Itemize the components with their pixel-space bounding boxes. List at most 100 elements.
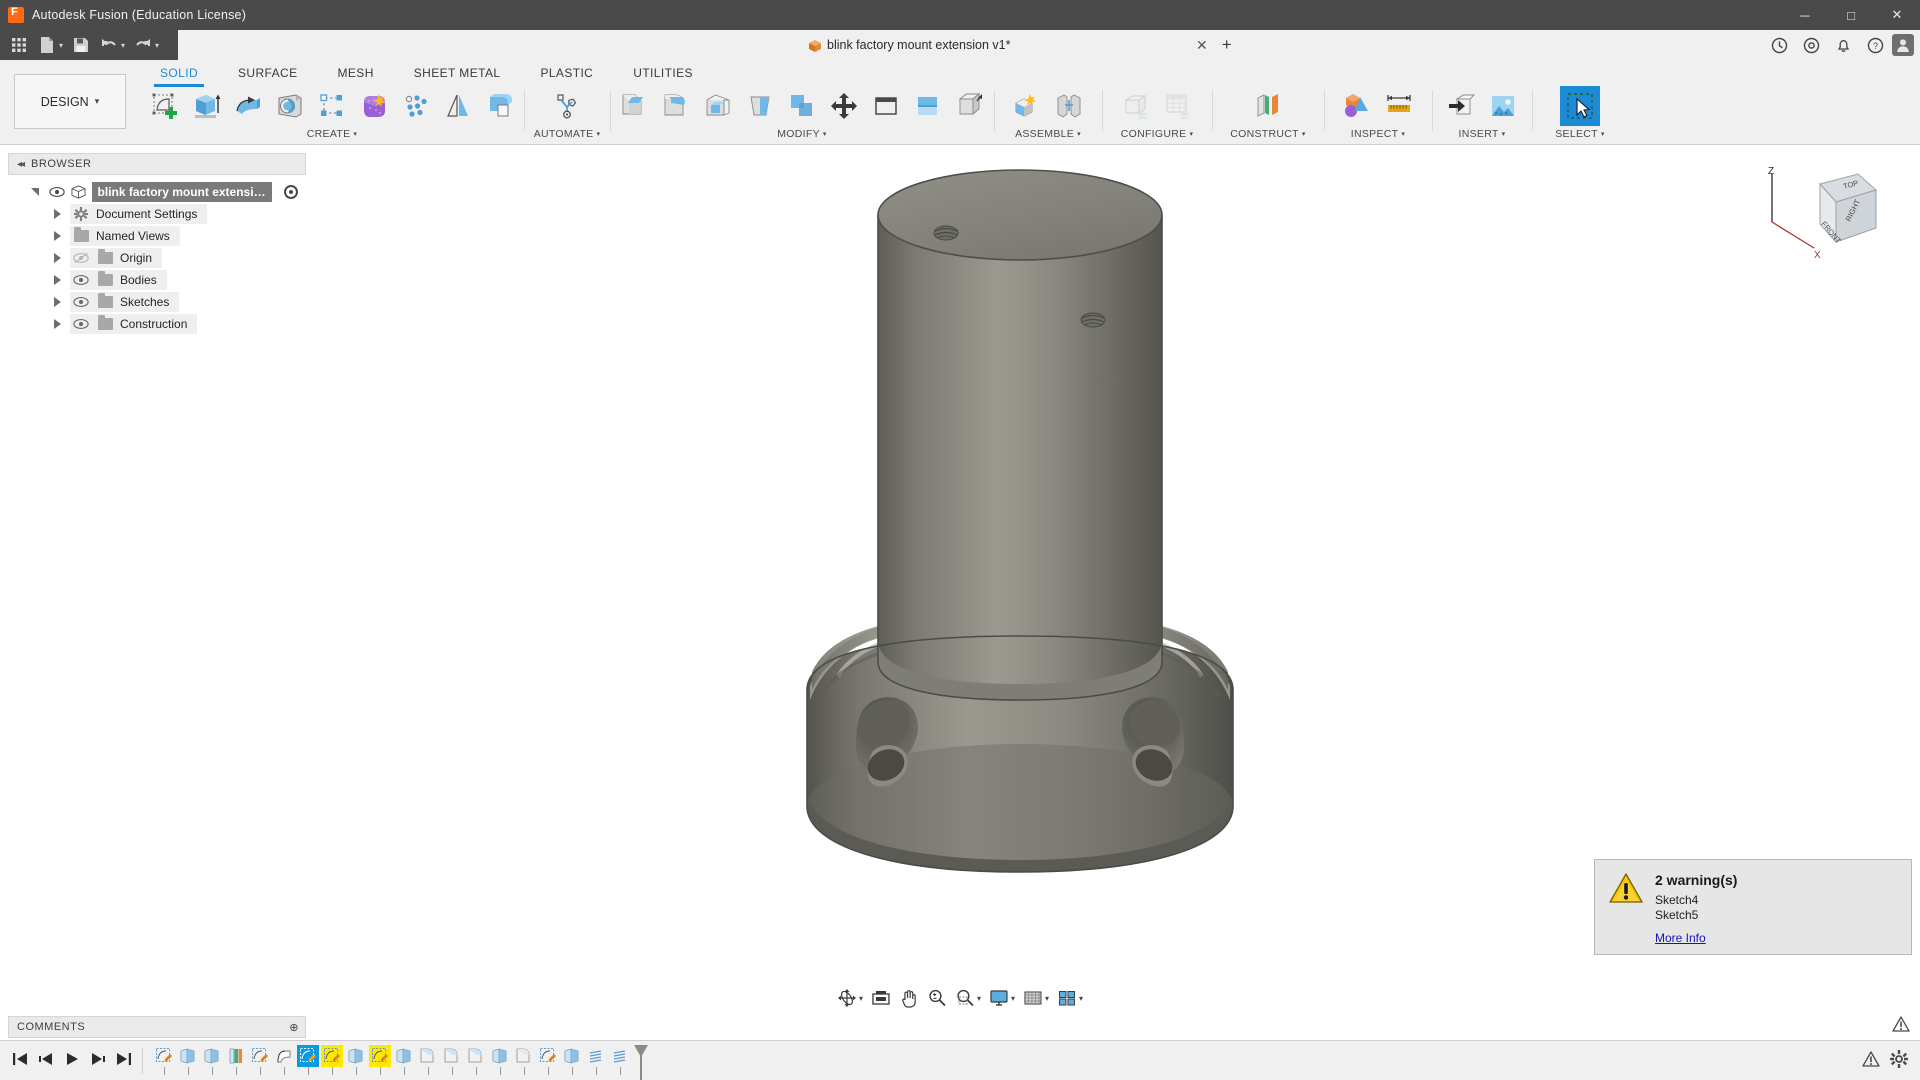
job-status-icon[interactable] bbox=[1764, 31, 1794, 59]
timeline-thread-node[interactable] bbox=[225, 1045, 247, 1075]
timeline-last-icon[interactable] bbox=[116, 1052, 132, 1069]
expand-icon[interactable] bbox=[48, 231, 66, 241]
root-expand-icon[interactable] bbox=[26, 188, 44, 196]
timeline-fillet-node[interactable] bbox=[465, 1045, 487, 1075]
timeline-thread2-node[interactable] bbox=[609, 1045, 631, 1075]
expand-icon[interactable] bbox=[48, 253, 66, 263]
timeline-fillet-node[interactable] bbox=[441, 1045, 463, 1075]
configuration-icon[interactable] bbox=[1116, 86, 1156, 126]
panel-label-assemble[interactable]: ASSEMBLE ▾ bbox=[1015, 126, 1081, 142]
new-document-icon[interactable] bbox=[34, 33, 60, 57]
orbit-icon[interactable]: ▾ bbox=[833, 985, 867, 1011]
undo-caret-icon[interactable]: ▾ bbox=[121, 41, 125, 50]
user-avatar[interactable] bbox=[1892, 34, 1914, 56]
notifications-icon[interactable] bbox=[1828, 31, 1858, 59]
view-cube[interactable]: Z X TOP FRONT RIGHT bbox=[1758, 166, 1878, 276]
workspace-selector[interactable]: DESIGN ▾ bbox=[14, 74, 126, 129]
expand-icon[interactable] bbox=[48, 209, 66, 219]
grid-snaps-icon[interactable]: ▾ bbox=[1019, 985, 1053, 1011]
timeline-first-icon[interactable] bbox=[12, 1052, 28, 1069]
orbit-caret-icon[interactable]: ▾ bbox=[859, 994, 863, 1003]
visibility-eye-icon[interactable] bbox=[72, 274, 90, 286]
split-body-icon[interactable] bbox=[950, 86, 990, 126]
timeline-play-icon[interactable] bbox=[64, 1052, 80, 1069]
timeline-extrude-node[interactable] bbox=[345, 1045, 367, 1075]
draft-icon[interactable] bbox=[740, 86, 780, 126]
ribbon-tab-plastic[interactable]: PLASTIC bbox=[520, 60, 613, 86]
timeline-extrude-node[interactable] bbox=[489, 1045, 511, 1075]
redo-icon[interactable] bbox=[130, 33, 156, 57]
comments-expand-icon[interactable]: ⊕ bbox=[289, 1021, 299, 1034]
display-settings-caret-icon[interactable]: ▾ bbox=[1011, 994, 1015, 1003]
zoom-window-icon[interactable]: ▾ bbox=[951, 985, 985, 1011]
status-settings-gear-icon[interactable] bbox=[1890, 1050, 1908, 1071]
document-tab-close-icon[interactable]: ✕ bbox=[1192, 37, 1212, 54]
expand-icon[interactable] bbox=[48, 297, 66, 307]
timeline-sketch-node[interactable] bbox=[369, 1044, 391, 1075]
point-cloud-icon[interactable] bbox=[396, 86, 436, 126]
automated-modeling-icon[interactable] bbox=[547, 86, 587, 126]
panel-label-select[interactable]: SELECT ▾ bbox=[1555, 126, 1604, 142]
revolve-icon[interactable] bbox=[228, 86, 268, 126]
scale-icon[interactable] bbox=[782, 86, 822, 126]
zoom-icon[interactable] bbox=[923, 985, 951, 1011]
fit-icon[interactable] bbox=[867, 985, 895, 1011]
timeline-fillet-node[interactable] bbox=[417, 1045, 439, 1075]
timeline-end-marker[interactable] bbox=[633, 1044, 649, 1080]
viewports-caret-icon[interactable]: ▾ bbox=[1079, 994, 1083, 1003]
interference-icon[interactable] bbox=[1337, 86, 1377, 126]
browser-item-bodies[interactable]: Bodies bbox=[48, 269, 306, 291]
hole-icon[interactable] bbox=[270, 86, 310, 126]
warnings-panel[interactable]: 2 warning(s) Sketch4 Sketch5 More Info bbox=[1594, 859, 1912, 955]
timeline-thread2-node[interactable] bbox=[585, 1045, 607, 1075]
document-tab[interactable]: blink factory mount extension v1* bbox=[798, 30, 1020, 60]
panel-label-insert[interactable]: INSERT ▾ bbox=[1459, 126, 1506, 142]
timeline-next-icon[interactable] bbox=[90, 1052, 106, 1069]
timeline-sketch-node[interactable] bbox=[297, 1044, 319, 1075]
measure-icon[interactable] bbox=[1379, 86, 1419, 126]
browser-header[interactable]: ◂◂ BROWSER bbox=[8, 153, 306, 175]
browser-item-named-views[interactable]: Named Views bbox=[48, 225, 306, 247]
save-icon[interactable] bbox=[68, 33, 94, 57]
create-sketch-icon[interactable] bbox=[144, 86, 184, 126]
root-visibility-eye-icon[interactable] bbox=[48, 186, 66, 198]
expand-icon[interactable] bbox=[48, 275, 66, 285]
comments-panel-header[interactable]: COMMENTS ⊕ bbox=[8, 1016, 306, 1038]
ribbon-tab-sheet-metal[interactable]: SHEET METAL bbox=[394, 60, 521, 86]
browser-item-origin[interactable]: Origin bbox=[48, 247, 306, 269]
timeline-extrude-node[interactable] bbox=[177, 1045, 199, 1075]
visibility-eye-icon[interactable] bbox=[72, 296, 90, 308]
panel-label-create[interactable]: CREATE ▾ bbox=[307, 126, 357, 142]
new-component-icon[interactable] bbox=[1007, 86, 1047, 126]
select-tool-icon[interactable] bbox=[1560, 86, 1600, 126]
move-copy-icon[interactable] bbox=[824, 86, 864, 126]
expand-icon[interactable] bbox=[48, 319, 66, 329]
extrude-icon[interactable] bbox=[186, 86, 226, 126]
browser-collapse-icon[interactable]: ◂◂ bbox=[17, 159, 25, 170]
ribbon-tab-mesh[interactable]: MESH bbox=[318, 60, 394, 86]
redo-caret-icon[interactable]: ▾ bbox=[155, 41, 159, 50]
timeline-sketch-node[interactable] bbox=[249, 1045, 271, 1075]
extensions-icon[interactable] bbox=[1796, 31, 1826, 59]
timeline-track[interactable] bbox=[153, 1041, 649, 1080]
timeline-sketch-node[interactable] bbox=[321, 1044, 343, 1075]
new-document-caret-icon[interactable]: ▾ bbox=[59, 41, 63, 50]
panel-label-inspect[interactable]: INSPECT ▾ bbox=[1351, 126, 1405, 142]
offset-plane-icon[interactable] bbox=[1248, 86, 1288, 126]
ribbon-tab-solid[interactable]: SOLID bbox=[140, 60, 218, 87]
maximize-button[interactable]: □ bbox=[1828, 0, 1874, 30]
viewports-icon[interactable]: ▾ bbox=[1053, 985, 1087, 1011]
shell-icon[interactable] bbox=[698, 86, 738, 126]
timeline-prev-icon[interactable] bbox=[38, 1052, 54, 1069]
new-tab-button[interactable]: + bbox=[1222, 35, 1232, 55]
align-icon[interactable] bbox=[866, 86, 906, 126]
ribbon-tab-surface[interactable]: SURFACE bbox=[218, 60, 317, 86]
app-grid-icon[interactable] bbox=[6, 33, 32, 57]
more-info-link[interactable]: More Info bbox=[1655, 931, 1706, 945]
thicken-icon[interactable] bbox=[480, 86, 520, 126]
viewport-warning-indicator[interactable] bbox=[1892, 1016, 1910, 1036]
timeline-extrude-node[interactable] bbox=[201, 1045, 223, 1075]
press-pull-icon[interactable] bbox=[614, 86, 654, 126]
timeline-extrude-node[interactable] bbox=[561, 1045, 583, 1075]
close-window-button[interactable]: ✕ bbox=[1874, 0, 1920, 30]
